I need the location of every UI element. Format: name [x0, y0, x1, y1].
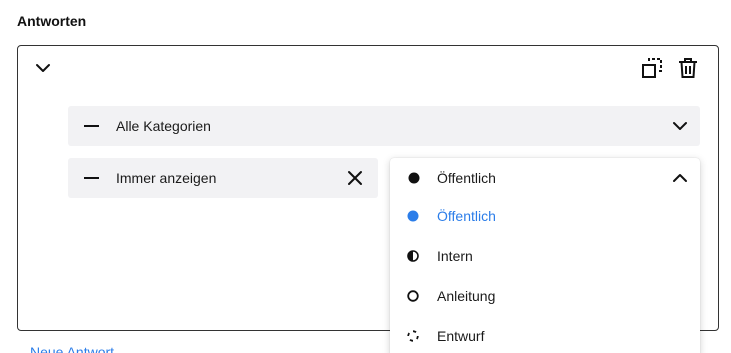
filled-circle-icon — [408, 172, 420, 184]
status-option-guide[interactable]: Anleitung — [390, 276, 700, 316]
status-selected-label: Öffentlich — [437, 170, 496, 186]
chevron-up-icon[interactable] — [670, 168, 690, 188]
add-answer-link[interactable]: Neue Antwort — [30, 344, 114, 353]
visibility-label: Immer anzeigen — [116, 170, 217, 186]
delete-button[interactable] — [676, 57, 700, 79]
chevron-down-icon — [36, 64, 50, 72]
status-dropdown[interactable]: Öffentlich Öffentlich Intern Anleitung E… — [390, 158, 700, 353]
filled-circle-icon — [407, 210, 419, 222]
status-select-trigger[interactable]: Öffentlich — [390, 158, 700, 198]
ring-icon — [407, 290, 419, 302]
minus-icon[interactable] — [84, 177, 99, 179]
half-circle-icon — [407, 250, 419, 262]
visibility-select[interactable]: Immer anzeigen — [68, 158, 378, 198]
duplicate-icon — [642, 58, 662, 78]
duplicate-button[interactable] — [640, 57, 664, 79]
option-label: Intern — [437, 248, 473, 264]
categories-select[interactable]: Alle Kategorien — [68, 106, 700, 146]
option-label: Öffentlich — [437, 208, 496, 224]
categories-label: Alle Kategorien — [116, 118, 211, 134]
chevron-down-icon[interactable] — [670, 116, 690, 136]
section-title: Antworten — [17, 13, 87, 29]
option-label: Entwurf — [437, 328, 485, 344]
dashed-circle-icon — [407, 330, 419, 342]
status-option-draft[interactable]: Entwurf — [390, 316, 700, 353]
status-option-public[interactable]: Öffentlich — [390, 196, 700, 236]
close-icon[interactable] — [346, 169, 364, 187]
collapse-button[interactable] — [31, 57, 55, 79]
trash-icon — [679, 58, 697, 78]
option-label: Anleitung — [437, 288, 496, 304]
status-option-internal[interactable]: Intern — [390, 236, 700, 276]
minus-icon[interactable] — [84, 125, 99, 127]
